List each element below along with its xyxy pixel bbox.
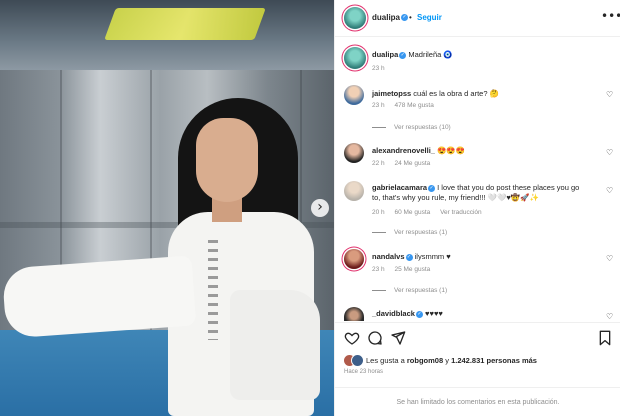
commenter-avatar[interactable] [344,85,364,105]
view-replies-label[interactable]: Ver respuestas (1) [394,229,447,236]
comment-body: ilysmmm ♥ [414,252,451,261]
post-photo[interactable]: › [0,0,334,416]
replies-divider [372,126,386,128]
view-replies-link[interactable]: Ver respuestas (1) [372,229,447,236]
comment-body: cuál es la obra d arte? 🤔 [413,89,499,98]
comment-author[interactable]: jaimetopss [372,89,411,98]
post-timestamp: Hace 23 horas [344,369,384,375]
comment-text: gabrielacamara ✓ I love that you do post … [372,183,584,203]
comments-limited-notice: Se han limitado los comentarios en esta … [335,387,620,418]
caption-author[interactable]: dualipa [372,50,398,59]
liker-avatar[interactable] [351,354,364,367]
commenter-avatar[interactable] [344,143,364,163]
comment-author[interactable]: nandalvs [372,252,405,261]
photo-subject-face [196,118,258,202]
view-replies-link[interactable]: Ver respuestas (10) [372,124,451,131]
comment-bubble-icon[interactable] [367,330,383,346]
like-comment-heart-icon[interactable]: ♡ [606,312,613,321]
comment-text: _davidblack ✓ ♥♥♥♥ [372,309,584,319]
caption-text: dualipa ✓ Madrileña 🧿 [372,50,584,60]
commenter-avatar[interactable] [344,307,364,321]
comment-text: alexandrenovelli_ 😍😍😍 [372,146,584,156]
photo-subject-sleeve [1,255,197,339]
comment-author[interactable]: alexandrenovelli_ [372,146,435,155]
author-username[interactable]: dualipa ✓ [372,13,409,22]
nazar-emoji: 🧿 [443,50,453,59]
view-replies-label[interactable]: Ver respuestas (1) [394,287,447,294]
view-replies-link[interactable]: Ver respuestas (1) [372,287,447,294]
caption-body: Madrileña [408,50,442,59]
author-avatar[interactable] [344,7,366,29]
post-header: dualipa✓ • Seguir ••• [335,0,620,37]
comment-likes[interactable]: 60 Me gusta [394,209,430,216]
caption-time: 23 h [372,65,385,72]
replies-divider [372,231,386,233]
comment-author[interactable]: gabrielacamara [372,183,427,192]
comment-body: 😍😍😍 [437,146,466,155]
likes-connector: y [443,356,452,365]
like-comment-heart-icon[interactable]: ♡ [606,186,613,195]
comment-time: 20 h [372,209,385,216]
more-options-icon[interactable]: ••• [601,9,620,23]
comment-body: ♥♥♥♥ [425,309,443,318]
comment-meta: 22 h 24 Me gusta [372,160,438,167]
photo-subject-sleeve [230,290,320,400]
like-heart-icon[interactable] [344,330,360,346]
comment-likes[interactable]: 25 Me gusta [394,266,430,273]
verified-badge-icon: ✓ [401,14,409,22]
save-bookmark-icon[interactable] [597,330,613,346]
like-comment-heart-icon[interactable]: ♡ [606,148,613,157]
verified-badge-icon: ✓ [405,253,413,261]
comment-meta: 23 h 478 Me gusta [372,102,442,109]
post-sidebar: dualipa✓ • Seguir ••• dualipa✓ Madrileña… [334,0,620,416]
verified-badge-icon: ✓ [399,51,407,59]
comment-time: 23 h [372,102,385,109]
follow-button[interactable]: Seguir [417,13,442,22]
comment-likes[interactable]: 24 Me gusta [394,160,430,167]
post-actions-bar: Les gusta a robgom08 y 1.242.831 persona… [335,322,620,417]
see-translation-link[interactable]: Ver traducción [440,209,482,216]
comment-text: jaimetopss cuál es la obra d arte? 🤔 [372,89,584,99]
photo-ceiling-light [104,8,266,40]
next-photo-button[interactable]: › [311,199,329,217]
comment-text: nandalvs ✓ ilysmmm ♥ [372,252,584,262]
replies-divider [372,289,386,291]
share-paper-plane-icon[interactable] [390,330,406,346]
likes-summary: Les gusta a robgom08 y 1.242.831 persona… [366,356,537,365]
caption-author-avatar[interactable] [344,47,366,69]
comment-likes[interactable]: 478 Me gusta [394,102,433,109]
like-comment-heart-icon[interactable]: ♡ [606,254,613,263]
comment-meta: 23 h 25 Me gusta [372,266,438,273]
likes-prefix: Les gusta a [366,356,407,365]
photo-outfit-lacing [208,240,218,340]
view-replies-label[interactable]: Ver respuestas (10) [394,124,451,131]
comment-time: 22 h [372,160,385,167]
comment-time: 23 h [372,266,385,273]
liker-username[interactable]: robgom08 [407,356,443,365]
comment-author[interactable]: _davidblack [372,309,415,318]
author-username-text[interactable]: dualipa [372,13,400,22]
commenter-avatar[interactable] [344,181,364,201]
like-comment-heart-icon[interactable]: ♡ [606,90,613,99]
commenter-avatar[interactable] [344,249,364,269]
comment-meta: 20 h 60 Me gusta Ver traducción [372,209,490,216]
verified-badge-icon: ✓ [428,184,436,192]
verified-badge-icon: ✓ [415,310,423,318]
likes-count[interactable]: 1.242.831 personas más [451,356,537,365]
header-separator: • [409,13,412,22]
